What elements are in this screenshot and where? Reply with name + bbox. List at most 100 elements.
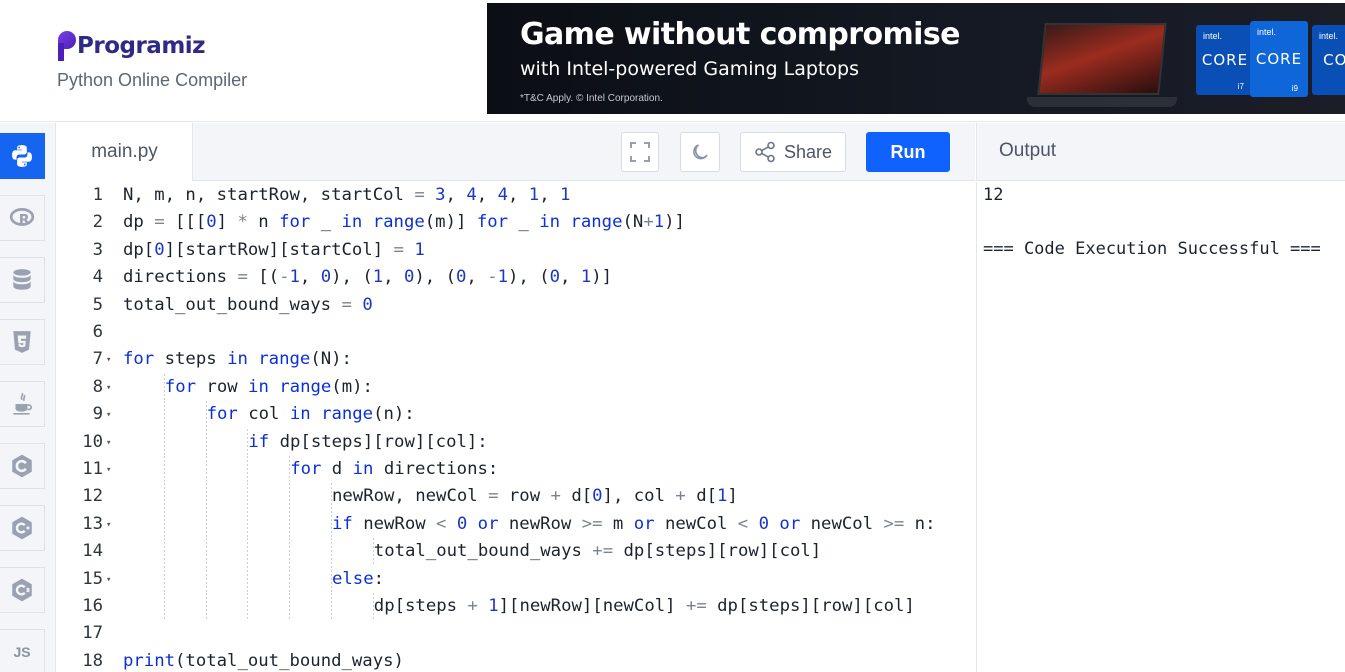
database-icon [13,269,31,290]
language-sql[interactable] [0,257,45,303]
indent-guide [289,593,291,620]
cpp-icon [12,516,32,540]
page-subtitle: Python Online Compiler [57,70,248,90]
indent-guide [205,593,207,620]
code-line[interactable]: 13 ▾ if newRow < 0 or newRow >= m or newCo… [57,510,975,539]
language-html[interactable] [0,319,45,365]
ad-fine-print: *T&C Apply. © Intel Corporation. [520,93,663,104]
line-number: 4 [92,267,103,288]
svg-text:R: R [19,213,30,229]
fold-arrow-icon[interactable]: ▾ [106,402,111,429]
line-number: 1 [92,185,103,205]
language-c[interactable] [0,443,45,489]
code-line[interactable]: 18 print(total_out_bound_ways) [57,648,975,672]
language-java[interactable] [0,381,45,427]
indent-guide [331,593,332,620]
code-line[interactable]: 3 dp[0][startRow][startCol] = 1 [57,237,975,264]
indent-guide [163,456,165,483]
language-r[interactable]: R [0,195,45,241]
indent-guide [289,510,291,538]
code-line[interactable]: 17 [57,620,975,647]
code-line[interactable]: 15 ▾ else: [57,565,975,594]
fullscreen-button[interactable] [621,132,659,172]
js-label: JS [13,644,31,660]
indent-guide [205,565,207,593]
line-number: 9 [92,404,103,425]
output-console[interactable]: 12 === Code Execution Successful === [976,182,1345,672]
advertisement-banner[interactable]: Game without compromise with Intel-power… [487,3,1345,114]
code-line[interactable]: 16 dp[steps + 1][newRow][newCol] += dp[st… [57,593,975,620]
code-text: directions = [(-1, 0), (1, 0), (0, -1), … [123,267,613,288]
intel-core-badge: intel. CORE i7 [1196,25,1254,95]
fold-arrow-icon[interactable]: ▾ [106,430,111,457]
run-button[interactable]: Run [866,132,950,172]
code-text: if newRow < 0 or newRow >= m or newCol <… [332,513,936,534]
fold-arrow-icon[interactable]: ▾ [106,347,111,374]
fold-arrow-icon[interactable]: ▾ [106,512,111,539]
indent-guide [163,428,165,456]
code-text: total_out_bound_ways = 0 [123,294,373,315]
language-csharp[interactable] [0,567,45,613]
fold-arrow-icon[interactable]: ▾ [106,375,111,402]
logo-text: Programiz [77,33,206,59]
indent-guide [205,510,207,538]
indent-guide [331,538,332,566]
code-line[interactable]: 14 total_out_bound_ways += dp[steps][row]… [57,538,975,566]
site-header: Programiz Python Online Compiler Game wi… [0,0,1345,122]
code-line[interactable]: 11 ▾ for d in directions: [57,456,975,483]
indent-guide [247,456,249,483]
language-python[interactable] [0,133,45,179]
fold-arrow-icon[interactable]: ▾ [106,457,111,484]
code-text: N, m, n, startRow, startCol = 3, 4, 4, 1… [123,185,571,205]
code-line[interactable]: 7 ▾ for steps in range(N): [57,346,975,373]
indent-guide [289,538,291,566]
code-text: for d in directions: [290,459,499,479]
code-line[interactable]: 8 ▾ for row in range(m): [57,373,975,402]
programiz-logo[interactable]: Programiz [58,26,206,66]
share-button[interactable]: Share [740,132,846,172]
indent-guide [163,538,165,566]
intel-core-badge: intel. COR [1312,25,1345,95]
code-editor[interactable]: 1 N, m, n, startRow, startCol = 3, 4, 4, … [57,182,975,672]
share-label: Share [783,141,833,162]
indent-guide [163,401,165,429]
language-cpp[interactable] [0,505,45,551]
code-line[interactable]: 1 N, m, n, startRow, startCol = 3, 4, 4, … [57,182,975,209]
code-line[interactable]: 2 dp = [[[0] * n for _ in range(m)] for _… [57,209,975,236]
line-number: 3 [92,239,103,260]
ad-title: Game without compromise [520,17,960,52]
indent-guide [289,483,291,511]
share-icon [755,141,775,163]
moon-icon [693,144,708,160]
code-line[interactable]: 5 total_out_bound_ways = 0 [57,292,975,319]
indent-guide [289,565,291,593]
code-line[interactable]: 12 newRow, newCol = row + d[0], col + d[1… [57,483,975,511]
dark-mode-toggle[interactable] [680,132,720,172]
indent-guide [163,510,165,538]
c-icon [12,454,32,478]
line-number: 10 [82,431,103,452]
csharp-icon [12,578,32,602]
indent-guide [247,483,249,511]
language-js[interactable]: JS [0,629,45,672]
indent-guide [247,510,249,538]
code-line[interactable]: 9 ▾ for col in range(n): [57,401,975,429]
file-tab-main-py[interactable]: main.py [57,123,193,181]
code-text: dp[steps + 1][newRow][newCol] += dp[step… [373,596,915,616]
indent-guide [205,428,207,456]
intel-core-badge: intel. CORE i9 [1250,21,1308,97]
output-title: Output [999,140,1057,161]
code-line[interactable]: 6 [57,319,975,346]
line-number: 2 [92,212,103,233]
gaming-laptop-image [1027,15,1177,111]
code-line[interactable]: 10 ▾ if dp[steps][row][col]: [57,428,975,457]
code-text: for row in range(m): [164,376,373,397]
code-line[interactable]: 4 directions = [(-1, 0), (1, 0), (0, -1),… [57,264,975,291]
code-text: if dp[steps][row][col]: [248,431,488,452]
indent-guide [205,483,207,511]
fold-arrow-icon[interactable]: ▾ [106,567,111,594]
code-text: else: [332,568,385,589]
line-number: 18 [82,650,103,671]
line-number: 13 [82,513,103,534]
python-icon [12,145,32,167]
